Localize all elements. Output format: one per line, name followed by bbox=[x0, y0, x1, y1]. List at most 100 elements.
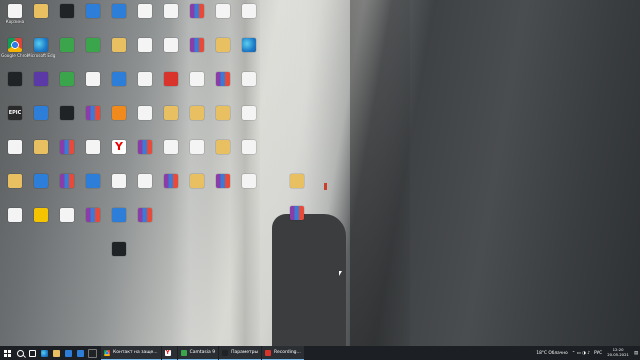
desktop-icon[interactable] bbox=[158, 70, 184, 100]
desktop-icon[interactable] bbox=[184, 70, 210, 100]
taskbar-app[interactable] bbox=[86, 346, 98, 360]
taskbar-task[interactable]: Y bbox=[161, 346, 177, 360]
desktop-icon[interactable] bbox=[2, 138, 28, 168]
desktop-icon[interactable] bbox=[132, 206, 158, 236]
desktop-icon[interactable] bbox=[2, 206, 28, 236]
desktop-icon[interactable] bbox=[80, 104, 106, 134]
desktop-icon[interactable] bbox=[132, 138, 158, 168]
language-indicator[interactable]: РУС bbox=[594, 351, 602, 356]
desktop-icon[interactable] bbox=[28, 104, 54, 134]
folder-icon bbox=[8, 174, 22, 188]
tray-icons[interactable]: ⌃ ▭ ◑ ♪ bbox=[572, 351, 590, 356]
folder-icon bbox=[34, 140, 48, 154]
desktop-icon[interactable] bbox=[158, 138, 184, 168]
desktop-icon[interactable]: EPIC bbox=[2, 104, 28, 134]
clock[interactable]: 12:20 20.05.2021 bbox=[607, 348, 629, 357]
taskbar: Контакт на заще... Y Camtasia 9 Параметры Re… bbox=[0, 346, 640, 360]
desktop-icon[interactable] bbox=[184, 2, 210, 32]
desktop-icon[interactable] bbox=[106, 36, 132, 66]
desktop-icon[interactable] bbox=[236, 172, 262, 202]
desktop-icon[interactable] bbox=[132, 172, 158, 202]
desktop-icon[interactable] bbox=[158, 36, 184, 66]
winrar-archive-icon bbox=[60, 174, 74, 188]
desktop-icon[interactable] bbox=[54, 2, 80, 32]
desktop-icon[interactable] bbox=[54, 36, 80, 66]
desktop-icon[interactable] bbox=[210, 2, 236, 32]
desktop-icon[interactable] bbox=[132, 2, 158, 32]
desktop-icon[interactable] bbox=[54, 138, 80, 168]
desktop-icon[interactable] bbox=[236, 104, 262, 134]
search-button[interactable] bbox=[14, 346, 26, 360]
folder-icon bbox=[216, 140, 230, 154]
taskbar-explorer[interactable] bbox=[50, 346, 62, 360]
app-blue-icon bbox=[112, 72, 126, 86]
desktop-icon[interactable]: Y bbox=[106, 138, 132, 168]
desktop-icon[interactable] bbox=[28, 138, 54, 168]
desktop-icon[interactable] bbox=[184, 36, 210, 66]
desktop-icon[interactable] bbox=[54, 206, 80, 236]
desktop-icon[interactable] bbox=[106, 206, 132, 236]
desktop-icon[interactable] bbox=[2, 172, 28, 202]
taskbar-task[interactable]: Camtasia 9 bbox=[177, 346, 219, 360]
desktop-icon[interactable] bbox=[106, 104, 132, 134]
desktop-icon[interactable] bbox=[132, 70, 158, 100]
desktop-icon[interactable] bbox=[184, 172, 210, 202]
desktop-icon[interactable] bbox=[106, 70, 132, 100]
task-view-button[interactable] bbox=[26, 346, 38, 360]
desktop-icon[interactable] bbox=[80, 206, 106, 236]
desktop-icon[interactable] bbox=[210, 70, 236, 100]
desktop-icon[interactable] bbox=[80, 172, 106, 202]
document-icon bbox=[8, 208, 22, 222]
desktop-icon[interactable] bbox=[284, 204, 310, 234]
desktop-icon[interactable] bbox=[158, 2, 184, 32]
desktop-icon[interactable] bbox=[54, 70, 80, 100]
weather-widget[interactable]: 18°C Облачно bbox=[536, 351, 567, 356]
desktop-icon[interactable] bbox=[236, 2, 262, 32]
desktop-icon[interactable] bbox=[210, 138, 236, 168]
desktop-icon[interactable]: Google Chrome bbox=[1, 36, 29, 66]
desktop-icon[interactable] bbox=[106, 2, 132, 32]
taskbar-task[interactable]: Контакт на заще... bbox=[101, 346, 161, 360]
desktop-icon[interactable]: Корзина bbox=[2, 2, 28, 32]
taskbar-task[interactable]: Параметры bbox=[219, 346, 262, 360]
taskbar-store[interactable] bbox=[62, 346, 74, 360]
app-blue-icon bbox=[34, 174, 48, 188]
desktop-icon[interactable] bbox=[54, 172, 80, 202]
taskbar-edge[interactable] bbox=[38, 346, 50, 360]
desktop-icon[interactable] bbox=[236, 138, 262, 168]
desktop-icon[interactable] bbox=[236, 36, 262, 66]
desktop-icon[interactable] bbox=[132, 36, 158, 66]
desktop-icon[interactable] bbox=[132, 104, 158, 134]
desktop-icon[interactable] bbox=[210, 172, 236, 202]
desktop-icon[interactable] bbox=[80, 36, 106, 66]
desktop-icon[interactable] bbox=[28, 206, 54, 236]
desktop-icon[interactable] bbox=[210, 36, 236, 66]
desktop-icon[interactable] bbox=[2, 70, 28, 100]
desktop-icon[interactable] bbox=[80, 138, 106, 168]
desktop-icon[interactable] bbox=[184, 104, 210, 134]
desktop-icon[interactable] bbox=[184, 138, 210, 168]
desktop-icon[interactable] bbox=[106, 172, 132, 202]
desktop-icon[interactable] bbox=[158, 172, 184, 202]
desktop-icon[interactable]: Microsoft Edge bbox=[27, 36, 55, 66]
desktop-icon[interactable] bbox=[80, 2, 106, 32]
desktop-icon[interactable] bbox=[28, 172, 54, 202]
notifications-icon[interactable]: ▤ bbox=[634, 351, 638, 356]
windows-logo-icon bbox=[3, 349, 11, 357]
app-green-icon bbox=[60, 38, 74, 52]
folder-icon bbox=[112, 38, 126, 52]
taskbar-task[interactable]: Recording... bbox=[262, 346, 304, 360]
app-green-icon bbox=[60, 72, 74, 86]
desktop-icon[interactable] bbox=[80, 70, 106, 100]
taskbar-mail[interactable] bbox=[74, 346, 86, 360]
desktop-icon[interactable] bbox=[28, 70, 54, 100]
start-button[interactable] bbox=[0, 346, 14, 360]
taskbar-task-label: Параметры bbox=[231, 350, 259, 355]
desktop-icon[interactable] bbox=[284, 172, 310, 202]
desktop-icon[interactable] bbox=[106, 240, 132, 270]
desktop-icon[interactable] bbox=[158, 104, 184, 134]
desktop-icon[interactable] bbox=[28, 2, 54, 32]
desktop-icon[interactable] bbox=[236, 70, 262, 100]
desktop-icon[interactable] bbox=[210, 104, 236, 134]
desktop-icon[interactable] bbox=[54, 104, 80, 134]
